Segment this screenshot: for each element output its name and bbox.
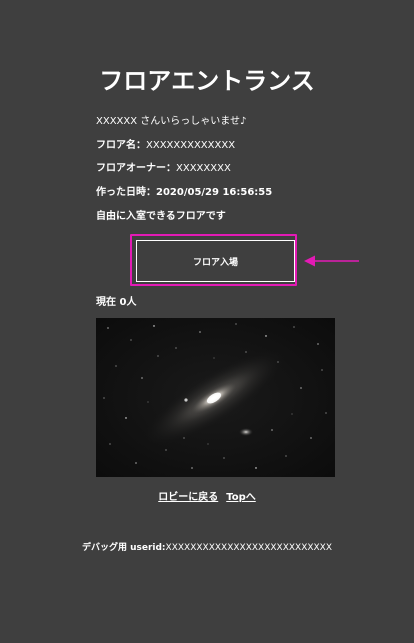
galaxy-image	[96, 318, 335, 477]
navigation-links: ロビーに戻る Topへ	[0, 491, 414, 505]
created-row: 作った日時：2020/05/29 16:56:55	[96, 186, 272, 200]
floor-enter-button[interactable]: フロア入場	[136, 240, 295, 282]
floor-name-label: フロア名：	[96, 140, 146, 151]
floor-name-row: フロア名：XXXXXXXXXXXXX	[96, 139, 235, 153]
pointer-arrow-icon	[304, 255, 359, 267]
created-label: 作った日時：	[96, 187, 156, 198]
created-value: 2020/05/29 16:56:55	[156, 187, 273, 198]
top-link[interactable]: Topへ	[226, 492, 256, 503]
debug-userid-label: デバッグ用 userid:	[81, 543, 166, 553]
floor-owner-label: フロアオーナー：	[96, 163, 176, 174]
floor-owner-row: フロアオーナー：XXXXXXXX	[96, 162, 231, 176]
back-to-lobby-link[interactable]: ロビーに戻る	[158, 492, 218, 503]
floor-owner-value: XXXXXXXX	[176, 163, 231, 174]
current-user-count: 現在 0人	[96, 297, 137, 308]
debug-userid: デバッグ用 userid:XXXXXXXXXXXXXXXXXXXXXXXXXXX	[0, 541, 414, 555]
access-note: 自由に入室できるフロアです	[96, 211, 226, 222]
floor-name-value: XXXXXXXXXXXXX	[146, 140, 236, 151]
floor-entrance-page: フロアエントランス XXXXXX さんいらっしゃいませ♪ フロア名：XXXXXX…	[0, 0, 414, 643]
greeting-text: XXXXXX さんいらっしゃいませ♪	[96, 116, 247, 127]
debug-userid-value: XXXXXXXXXXXXXXXXXXXXXXXXXXX	[165, 543, 333, 553]
page-title: フロアエントランス	[99, 67, 315, 95]
